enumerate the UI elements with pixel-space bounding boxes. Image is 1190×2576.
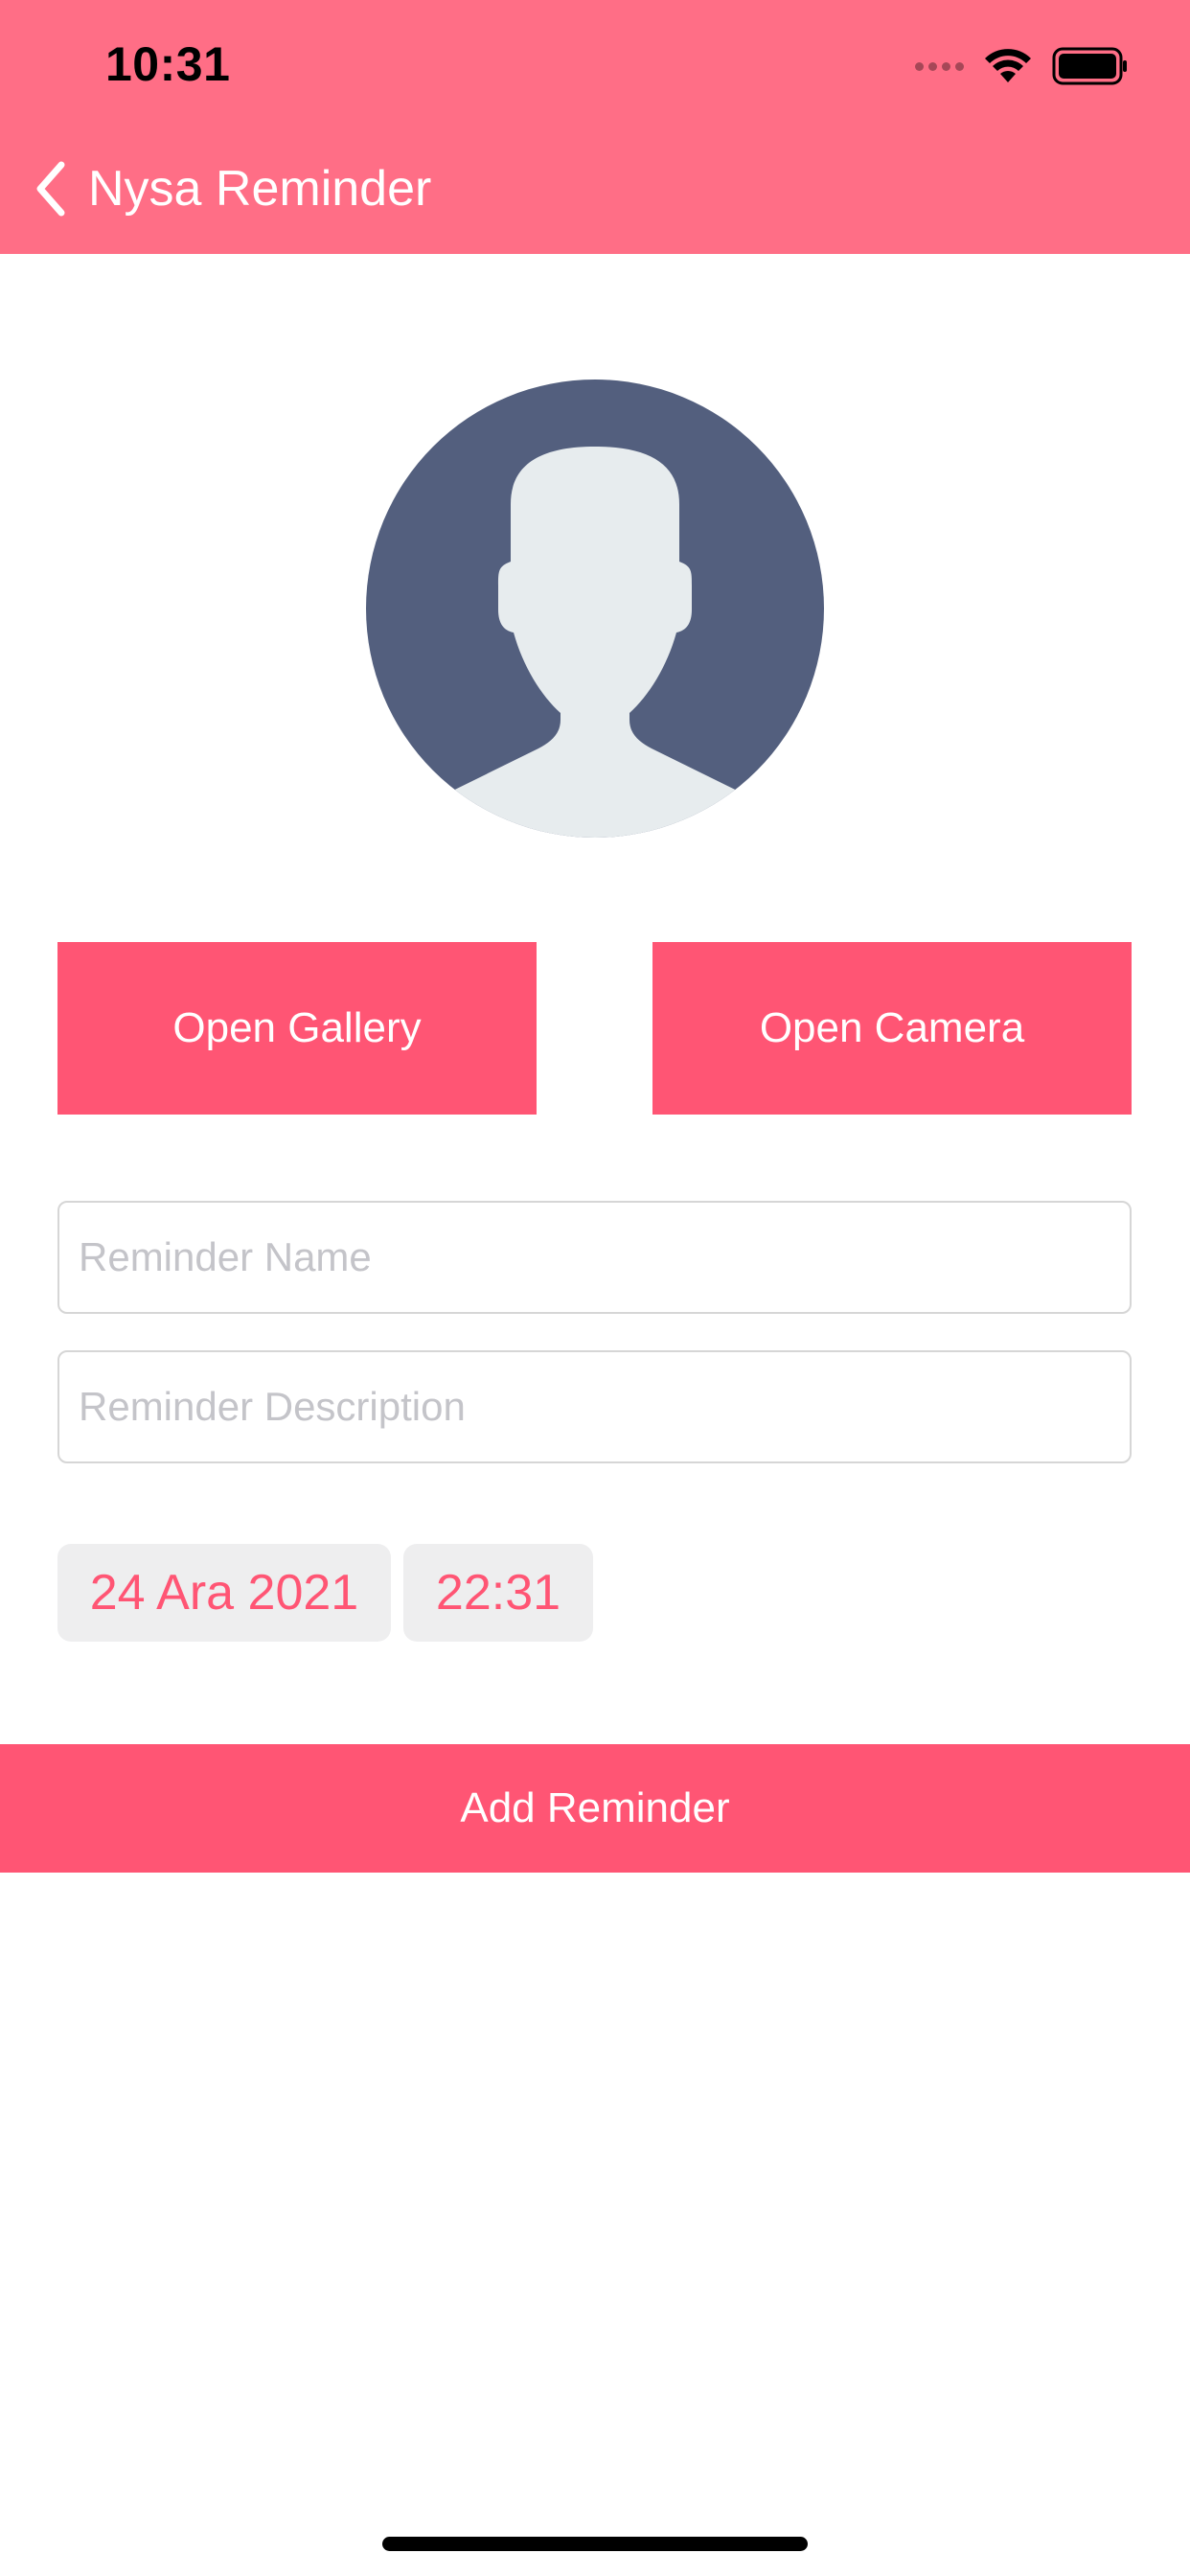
wifi-icon [985,49,1031,82]
cellular-signal-icon [915,61,964,71]
home-indicator[interactable] [382,2537,808,2551]
navigation-header: 10:31 Nysa Reminder [0,0,1190,254]
time-picker[interactable]: 22:31 [403,1544,593,1642]
nav-title: Nysa Reminder [88,161,432,217]
back-button[interactable]: Nysa Reminder [33,158,431,219]
open-camera-button[interactable]: Open Camera [652,942,1132,1115]
open-gallery-button[interactable]: Open Gallery [57,942,537,1115]
add-reminder-button[interactable]: Add Reminder [0,1744,1190,1873]
user-placeholder-icon[interactable] [366,380,824,838]
status-bar-time: 10:31 [105,37,231,91]
chevron-left-icon [36,161,65,217]
reminder-name-input[interactable] [57,1201,1132,1314]
reminder-description-input[interactable] [57,1350,1132,1463]
status-bar-icons [915,42,1129,90]
date-picker[interactable]: 24 Ara 2021 [57,1544,391,1642]
battery-icon [1052,47,1127,85]
